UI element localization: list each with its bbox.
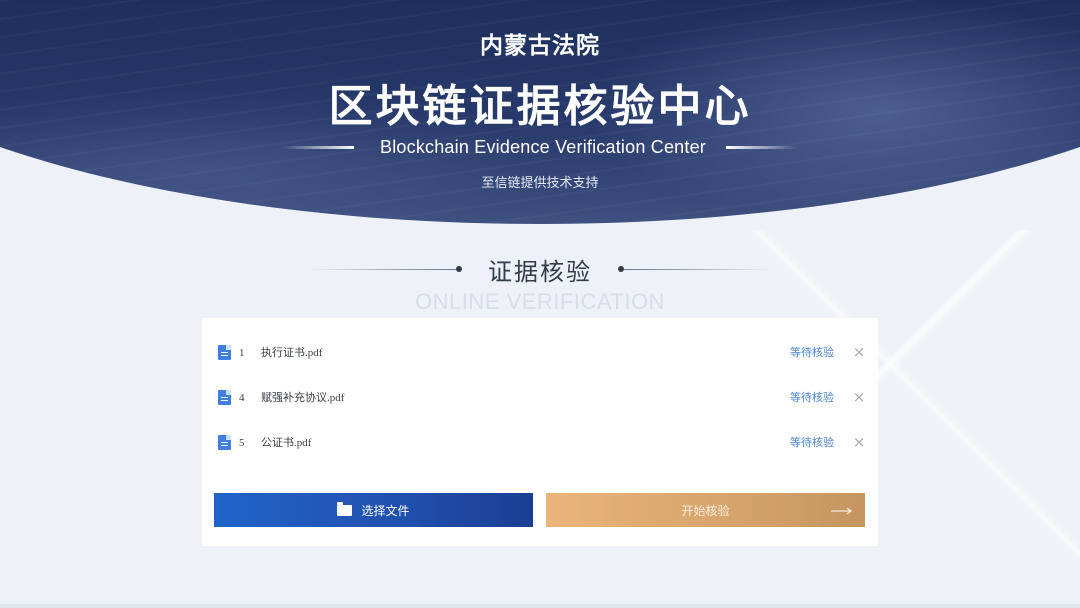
folder-icon — [337, 501, 353, 516]
file-list-item: 1 执行证书.pdf 等待核验 × — [218, 341, 866, 363]
file-status: 等待核验 — [790, 346, 834, 359]
start-verification-button[interactable]: 开始核验 — [546, 493, 865, 527]
page-title: 区块链证据核验中心 — [328, 81, 752, 132]
tech-support-text: 至信链提供技术支持 — [481, 176, 599, 191]
file-name: 1 执行证书.pdf — [239, 347, 323, 359]
verification-panel: 1 执行证书.pdf 等待核验 × 4 赋强补充协议.pdf 等待核验 × 5 … — [202, 318, 878, 546]
section-line-right — [624, 268, 774, 270]
file-status: 等待核验 — [790, 436, 834, 449]
file-icon — [218, 434, 231, 450]
title-decor-line-right — [725, 145, 798, 149]
section-dot-left — [456, 266, 462, 272]
close-icon[interactable]: × — [852, 389, 866, 405]
start-verification-label: 开始核验 — [681, 503, 730, 518]
court-name: 内蒙古法院 — [480, 33, 600, 59]
select-file-button[interactable]: 选择文件 — [214, 493, 533, 527]
section-heading: 证据核验 — [0, 252, 1080, 286]
section-line-left — [306, 268, 456, 270]
english-title-row: Blockchain Evidence Verification Center — [0, 134, 1080, 160]
file-icon — [218, 389, 231, 405]
section-subtitle: ONLINE VERIFICATION — [415, 289, 665, 314]
title-decor-line-left — [282, 145, 354, 149]
file-name: 5 公证书.pdf — [239, 437, 312, 449]
section-title: 证据核验 — [488, 257, 592, 286]
file-list-item: 5 公证书.pdf 等待核验 × — [218, 431, 866, 453]
file-list-item: 4 赋强补充协议.pdf 等待核验 × — [218, 386, 866, 408]
file-icon — [218, 344, 231, 360]
arrow-right-icon — [831, 507, 852, 515]
file-status: 等待核验 — [790, 391, 834, 404]
select-file-label: 选择文件 — [361, 503, 410, 518]
bottom-edge — [0, 604, 1080, 608]
close-icon[interactable]: × — [852, 344, 866, 360]
file-name: 4 赋强补充协议.pdf — [239, 392, 345, 404]
english-title: Blockchain Evidence Verification Center — [380, 136, 706, 157]
close-icon[interactable]: × — [852, 434, 866, 450]
